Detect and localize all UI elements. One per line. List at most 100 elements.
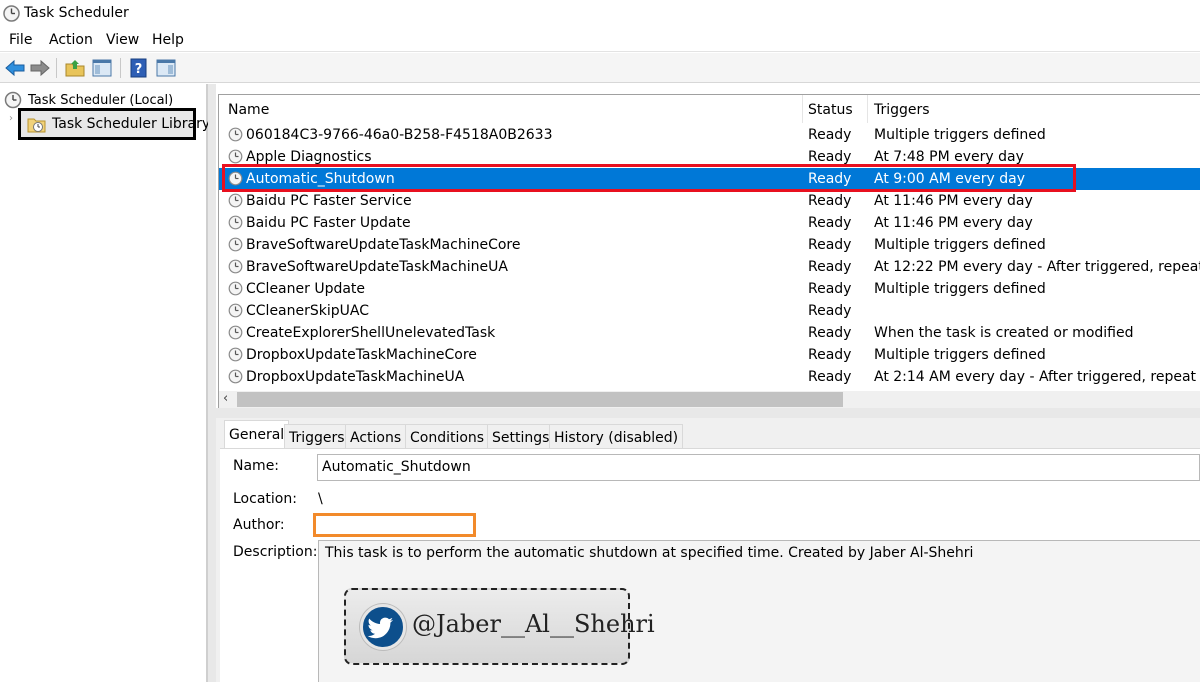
task-clock-icon	[228, 303, 243, 318]
twitter-watermark: @Jaber__Al__Shehri	[344, 588, 655, 665]
forward-icon[interactable]	[28, 57, 52, 79]
name-label: Name:	[233, 458, 280, 474]
task-name: Baidu PC Faster Service	[246, 193, 412, 209]
task-status: Ready	[808, 259, 852, 275]
name-field[interactable]: Automatic_Shutdown	[317, 454, 1200, 481]
task-status: Ready	[808, 369, 852, 385]
tab-general[interactable]: General	[224, 420, 290, 450]
task-name: CCleanerSkipUAC	[246, 303, 369, 319]
column-header-triggers[interactable]: Triggers	[874, 102, 930, 118]
vertical-splitter[interactable]	[208, 84, 216, 682]
task-triggers: At 11:46 PM every day	[874, 215, 1033, 231]
task-status: Ready	[808, 303, 852, 319]
task-clock-icon	[228, 127, 243, 142]
task-row[interactable]: Automatic_Shutdown Ready At 9:00 AM every …	[219, 168, 1200, 190]
menu-view[interactable]: View	[106, 32, 139, 48]
task-status: Ready	[808, 281, 852, 297]
scrollbar-thumb[interactable]	[237, 392, 843, 407]
clock-icon	[4, 91, 22, 109]
list-header: Name Status Triggers	[219, 95, 1200, 123]
toolbar: ?	[0, 53, 1200, 83]
task-name: Baidu PC Faster Update	[246, 215, 411, 231]
task-clock-icon	[228, 259, 243, 274]
task-clock-icon	[228, 149, 243, 164]
task-clock-icon	[228, 325, 243, 340]
task-row[interactable]: Baidu PC Faster Update Ready At 11:46 PM e…	[219, 212, 1200, 234]
author-field[interactable]	[313, 513, 476, 537]
task-name: BraveSoftwareUpdateTaskMachineUA	[246, 259, 508, 275]
task-clock-icon	[228, 193, 243, 208]
twitter-bird-icon	[360, 604, 406, 650]
task-row[interactable]: Apple Diagnostics Ready At 7:48 PM every d…	[219, 146, 1200, 168]
task-triggers: Multiple triggers defined	[874, 237, 1046, 253]
task-status: Ready	[808, 237, 852, 253]
description-text: This task is to perform the automatic sh…	[325, 545, 974, 561]
menu-action[interactable]: Action	[49, 32, 93, 48]
back-icon[interactable]	[3, 57, 27, 79]
task-status: Ready	[808, 347, 852, 363]
menu-file[interactable]: File	[9, 32, 32, 48]
task-name: Automatic_Shutdown	[246, 171, 395, 187]
description-label: Description:	[233, 544, 318, 560]
task-row[interactable]: CCleanerSkipUAC Ready	[219, 300, 1200, 322]
author-label: Author:	[233, 517, 285, 533]
menu-bar: File Action View Help	[0, 30, 1200, 52]
task-name: DropboxUpdateTaskMachineUA	[246, 369, 465, 385]
help-icon[interactable]: ?	[127, 57, 151, 79]
console-tree: Task Scheduler (Local) › Task Scheduler …	[0, 84, 210, 682]
task-name: BraveSoftwareUpdateTaskMachineCore	[246, 237, 521, 253]
svg-text:?: ?	[135, 62, 143, 77]
show-hide-console-tree-icon[interactable]	[90, 57, 114, 79]
task-status: Ready	[808, 325, 852, 341]
task-row[interactable]: CCleaner Update Ready Multiple triggers de…	[219, 278, 1200, 300]
task-triggers: At 9:00 AM every day	[874, 171, 1026, 187]
task-triggers: Multiple triggers defined	[874, 281, 1046, 297]
task-clock-icon	[228, 237, 243, 252]
task-triggers: Multiple triggers defined	[874, 347, 1046, 363]
task-list: Name Status Triggers 060184C3-9766-46a0-…	[218, 94, 1200, 408]
window-title: Task Scheduler	[24, 5, 129, 21]
task-status: Ready	[808, 149, 852, 165]
tree-child-label: Task Scheduler Library	[52, 116, 211, 132]
task-row[interactable]: CreateExplorerShellUnelevatedTask Ready Wh…	[219, 322, 1200, 344]
tab-history[interactable]: History (disabled)	[549, 424, 684, 450]
watermark-handle: @Jaber__Al__Shehri	[412, 610, 655, 638]
up-folder-icon[interactable]	[63, 57, 87, 79]
task-triggers: At 2:14 AM every day - After triggered, …	[874, 369, 1200, 385]
detail-tabs: General Triggers Actions Conditions Sett…	[220, 420, 1200, 450]
task-row[interactable]: Baidu PC Faster Service Ready At 11:46 PM …	[219, 190, 1200, 212]
task-clock-icon	[228, 281, 243, 296]
tab-settings[interactable]: Settings	[487, 424, 555, 450]
clock-icon	[3, 5, 20, 22]
task-triggers: At 12:22 PM every day - After triggered,…	[874, 259, 1200, 275]
task-row[interactable]: DropboxUpdateTaskMachineCore Ready Multipl…	[219, 344, 1200, 366]
location-value: \	[318, 491, 323, 507]
task-name: 060184C3-9766-46a0-B258-F4518A0B2633	[246, 127, 553, 143]
menu-help[interactable]: Help	[152, 32, 184, 48]
task-triggers: Multiple triggers defined	[874, 127, 1046, 143]
task-name: DropboxUpdateTaskMachineCore	[246, 347, 477, 363]
task-row[interactable]: BraveSoftwareUpdateTaskMachineUA Ready At …	[219, 256, 1200, 278]
tab-triggers[interactable]: Triggers	[284, 424, 350, 450]
horizontal-scrollbar[interactable]: ‹	[219, 391, 1200, 408]
task-name: Apple Diagnostics	[246, 149, 372, 165]
task-name: CreateExplorerShellUnelevatedTask	[246, 325, 496, 341]
scroll-left-icon[interactable]: ‹	[223, 391, 228, 406]
column-header-name[interactable]: Name	[228, 102, 269, 118]
task-clock-icon	[228, 215, 243, 230]
tab-conditions[interactable]: Conditions	[405, 424, 490, 450]
tab-actions[interactable]: Actions	[345, 424, 407, 450]
task-row[interactable]: 060184C3-9766-46a0-B258-F4518A0B2633 Read…	[219, 124, 1200, 146]
tree-item-task-scheduler-library[interactable]: Task Scheduler Library	[18, 108, 210, 140]
task-row[interactable]: DropboxUpdateTaskMachineUA Ready At 2:14 A…	[219, 366, 1200, 388]
show-hide-action-pane-icon[interactable]	[154, 57, 178, 79]
horizontal-splitter[interactable]	[216, 408, 1200, 418]
column-header-status[interactable]: Status	[808, 102, 853, 118]
task-status: Ready	[808, 215, 852, 231]
tree-root-label: Task Scheduler (Local)	[28, 93, 174, 108]
folder-clock-icon	[27, 118, 46, 133]
task-row[interactable]: BraveSoftwareUpdateTaskMachineCore Ready M…	[219, 234, 1200, 256]
chevron-right-icon[interactable]: ›	[9, 113, 13, 124]
task-status: Ready	[808, 171, 852, 187]
task-name: CCleaner Update	[246, 281, 366, 297]
